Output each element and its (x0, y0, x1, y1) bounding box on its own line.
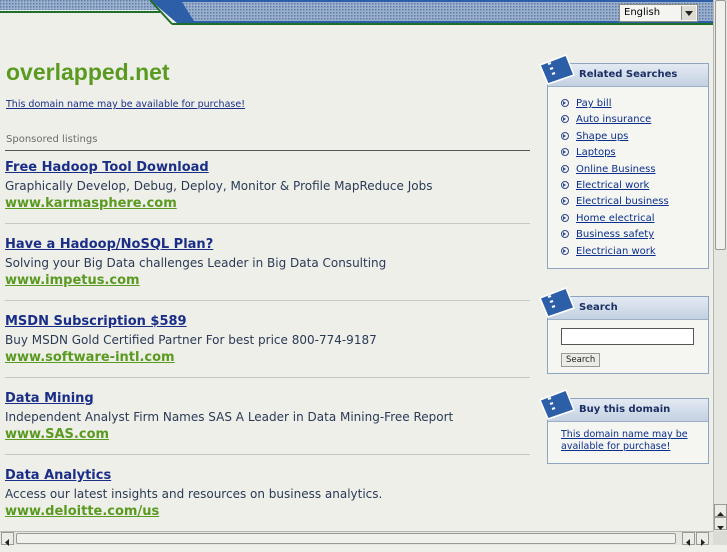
listing-description: Buy MSDN Gold Certified Partner For best… (5, 333, 377, 347)
listing-title-link[interactable]: Data Analytics (5, 467, 530, 485)
listing-description: Independent Analyst Firm Names SAS A Lea… (5, 410, 454, 424)
list-item: Pay bill (561, 96, 669, 112)
listing: Data Analytics Access our latest insight… (5, 467, 530, 521)
list-flag-icon (539, 389, 575, 420)
list-item: Electrical work (561, 178, 669, 194)
listing-title-link[interactable]: Have a Hadoop/NoSQL Plan? (5, 236, 530, 254)
listing: Have a Hadoop/NoSQL Plan? Solving your B… (5, 236, 530, 301)
divider (5, 300, 530, 301)
listing-url-link[interactable]: www.deloitte.com/us (5, 503, 530, 521)
arrow-bullet-icon (561, 148, 569, 157)
listing-title-link[interactable]: MSDN Subscription $589 (5, 313, 530, 331)
divider (5, 454, 530, 455)
availability-link[interactable]: This domain name may be available for pu… (6, 99, 245, 110)
arrow-bullet-icon (561, 99, 569, 107)
horizontal-scrollbar[interactable] (0, 531, 713, 546)
language-select[interactable]: English (619, 4, 698, 22)
related-search-link[interactable]: Home electrical (576, 213, 655, 224)
listing: MSDN Subscription $589 Buy MSDN Gold Cer… (5, 313, 530, 378)
listing-url-link[interactable]: www.karmasphere.com (5, 195, 530, 213)
scroll-left-icon[interactable] (1, 532, 14, 546)
horizontal-scroll-thumb[interactable] (16, 533, 676, 544)
listing-title-link[interactable]: Data Mining (5, 390, 530, 408)
listing-url-link[interactable]: www.software-intl.com (5, 349, 530, 367)
scrollbar-corner (713, 531, 727, 545)
page-title: overlapped.net (6, 59, 170, 85)
panel-title: Buy this domain (579, 404, 671, 415)
listing: Data Mining Independent Analyst Firm Nam… (5, 390, 530, 455)
arrow-bullet-icon (561, 115, 569, 124)
divider (5, 150, 530, 151)
listing-description: Access our latest insights and resources… (5, 487, 383, 501)
vertical-scroll-thumb[interactable] (715, 0, 726, 250)
arrow-bullet-icon (561, 197, 569, 206)
list-item: Home electrical (561, 211, 669, 227)
divider (5, 377, 530, 378)
related-search-link[interactable]: Laptops (576, 147, 616, 158)
listing-url-link[interactable]: www.SAS.com (5, 426, 530, 444)
list-item: Electrician work (561, 244, 669, 260)
arrow-bullet-icon (561, 131, 569, 140)
related-search-link[interactable]: Shape ups (576, 131, 628, 142)
list-item: Auto insurance (561, 112, 669, 128)
related-search-link[interactable]: Business safety (576, 229, 654, 240)
list-item: Laptops (561, 145, 669, 161)
divider (5, 223, 530, 224)
arrow-bullet-icon (561, 246, 569, 255)
related-search-link[interactable]: Pay bill (576, 98, 612, 109)
listing-description: Solving your Big Data challenges Leader … (5, 256, 387, 270)
header-banner (0, 0, 713, 28)
arrow-bullet-icon (561, 164, 569, 173)
related-searches-list: Pay bill Auto insurance Shape ups Laptop… (561, 96, 669, 260)
related-search-link[interactable]: Electrical work (576, 180, 649, 191)
list-item: Online Business (561, 162, 669, 178)
scroll-down-icon[interactable] (714, 517, 727, 530)
listing-description: Graphically Develop, Debug, Deploy, Moni… (5, 179, 433, 193)
related-search-link[interactable]: Online Business (576, 164, 656, 175)
list-item: Electrical business (561, 194, 669, 210)
search-button[interactable]: Search (561, 353, 601, 367)
listing-title-link[interactable]: Free Hadoop Tool Download (5, 159, 530, 177)
related-search-link[interactable]: Electrician work (576, 246, 656, 257)
chevron-down-icon[interactable] (681, 6, 696, 20)
scroll-right-icon[interactable] (696, 532, 709, 546)
related-search-link[interactable]: Electrical business (576, 196, 669, 207)
list-item: Shape ups (561, 129, 669, 145)
related-searches-panel: Related Searches Pay bill Auto insurance… (547, 63, 709, 269)
sponsored-label: Sponsored listings (6, 134, 98, 145)
vertical-scrollbar[interactable] (713, 0, 727, 531)
panel-title: Search (579, 302, 618, 313)
search-input[interactable] (561, 328, 694, 345)
list-flag-icon (539, 54, 575, 85)
related-search-link[interactable]: Auto insurance (576, 114, 651, 125)
panel-title: Related Searches (579, 69, 678, 80)
arrow-bullet-icon (561, 180, 569, 189)
list-item: Business safety (561, 227, 669, 243)
list-flag-icon (539, 287, 575, 318)
listing: Free Hadoop Tool Download Graphically De… (5, 159, 530, 224)
language-value: English (624, 7, 661, 18)
listing-url-link[interactable]: www.impetus.com (5, 272, 530, 290)
arrow-bullet-icon (561, 230, 569, 239)
buy-domain-link[interactable]: This domain name may be available for pu… (561, 429, 696, 453)
scroll-up-icon[interactable] (714, 504, 727, 517)
arrow-bullet-icon (561, 213, 569, 222)
scroll-left-icon[interactable] (682, 532, 695, 546)
